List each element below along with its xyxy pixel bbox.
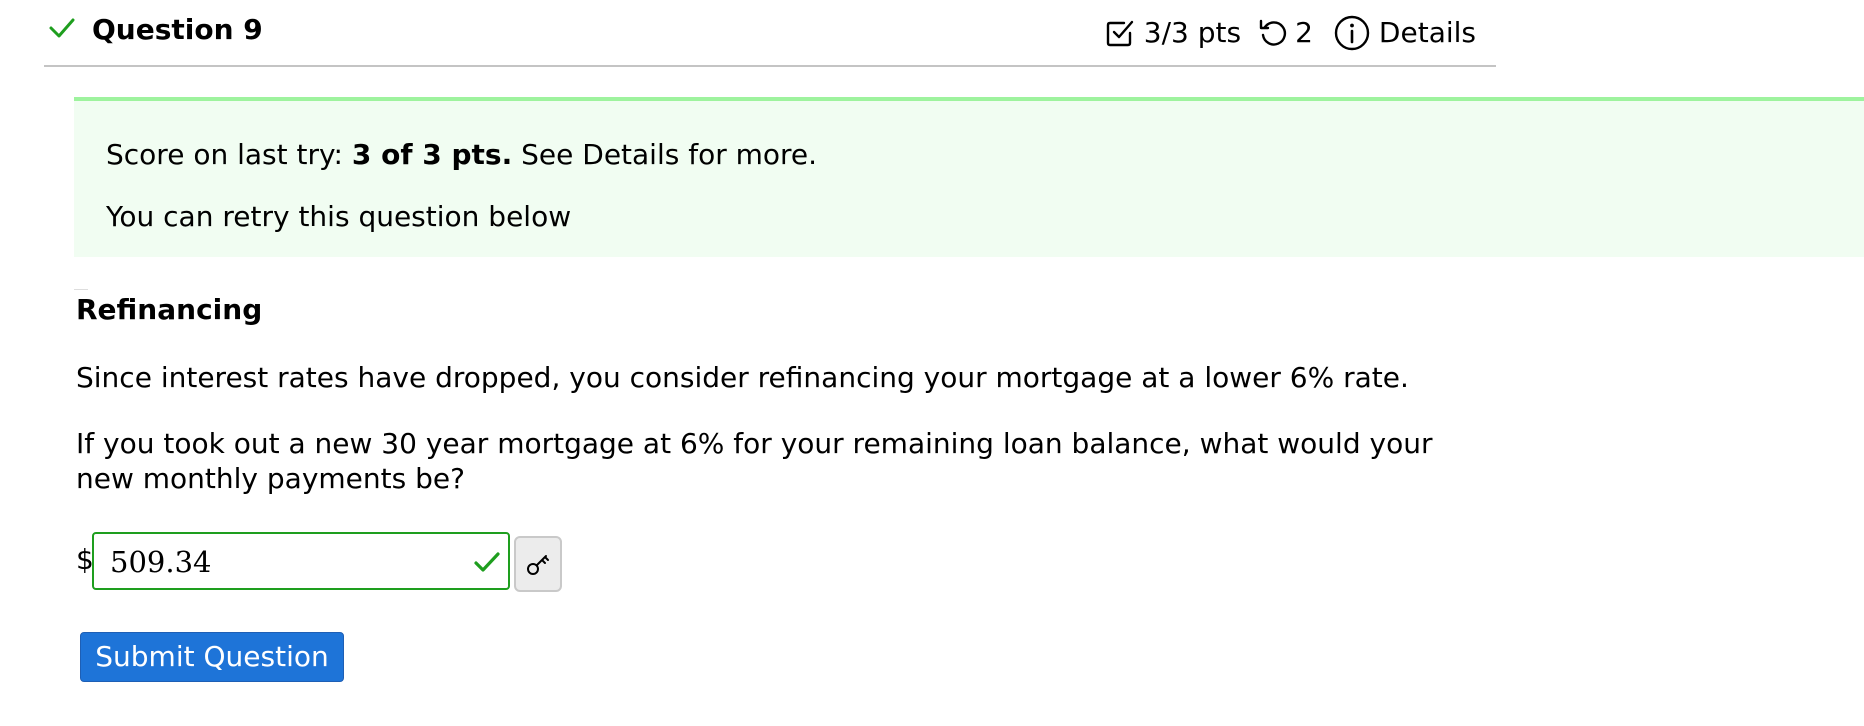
- details-label: Details: [1378, 16, 1476, 49]
- question-heading: Refinancing: [76, 293, 263, 326]
- tries-count: 2: [1295, 16, 1313, 49]
- question-header: Question 9 3/3 pts 2 Details: [44, 0, 1496, 67]
- checkmark-icon: [49, 18, 75, 38]
- question-paragraph-1: Since interest rates have dropped, you c…: [76, 361, 1409, 394]
- score-suffix: See Details for more.: [512, 138, 818, 171]
- score-value: 3/3 pts: [1143, 16, 1242, 49]
- score-emphasis: 3 of 3 pts.: [351, 138, 513, 171]
- answer-input[interactable]: 509.34: [92, 532, 510, 590]
- formula-key-button[interactable]: [514, 536, 562, 592]
- retry-message: You can retry this question below: [106, 200, 572, 233]
- checkmark-icon: [474, 552, 500, 572]
- score-summary: Score on last try: 3 of 3 pts. See Detai…: [106, 135, 817, 175]
- question-paragraph-2: If you took out a new 30 year mortgage a…: [76, 427, 1433, 495]
- key-icon: [527, 555, 549, 575]
- checkbox-icon: [1106, 20, 1133, 47]
- question-title: Question 9: [92, 13, 263, 46]
- question-meta: 3/3 pts 2 Details: [1104, 10, 1476, 56]
- details-link[interactable]: Details: [1333, 13, 1476, 53]
- score-banner: Score on last try: 3 of 3 pts. See Detai…: [74, 97, 1864, 257]
- submit-question-button[interactable]: Submit Question: [80, 632, 344, 682]
- info-icon: [1334, 15, 1370, 51]
- tries-indicator: 2: [1257, 13, 1313, 53]
- score-indicator: 3/3 pts: [1104, 13, 1241, 53]
- answer-value: 509.34: [110, 545, 212, 579]
- retry-icon: [1259, 19, 1287, 46]
- score-prefix: Score on last try:: [106, 138, 352, 171]
